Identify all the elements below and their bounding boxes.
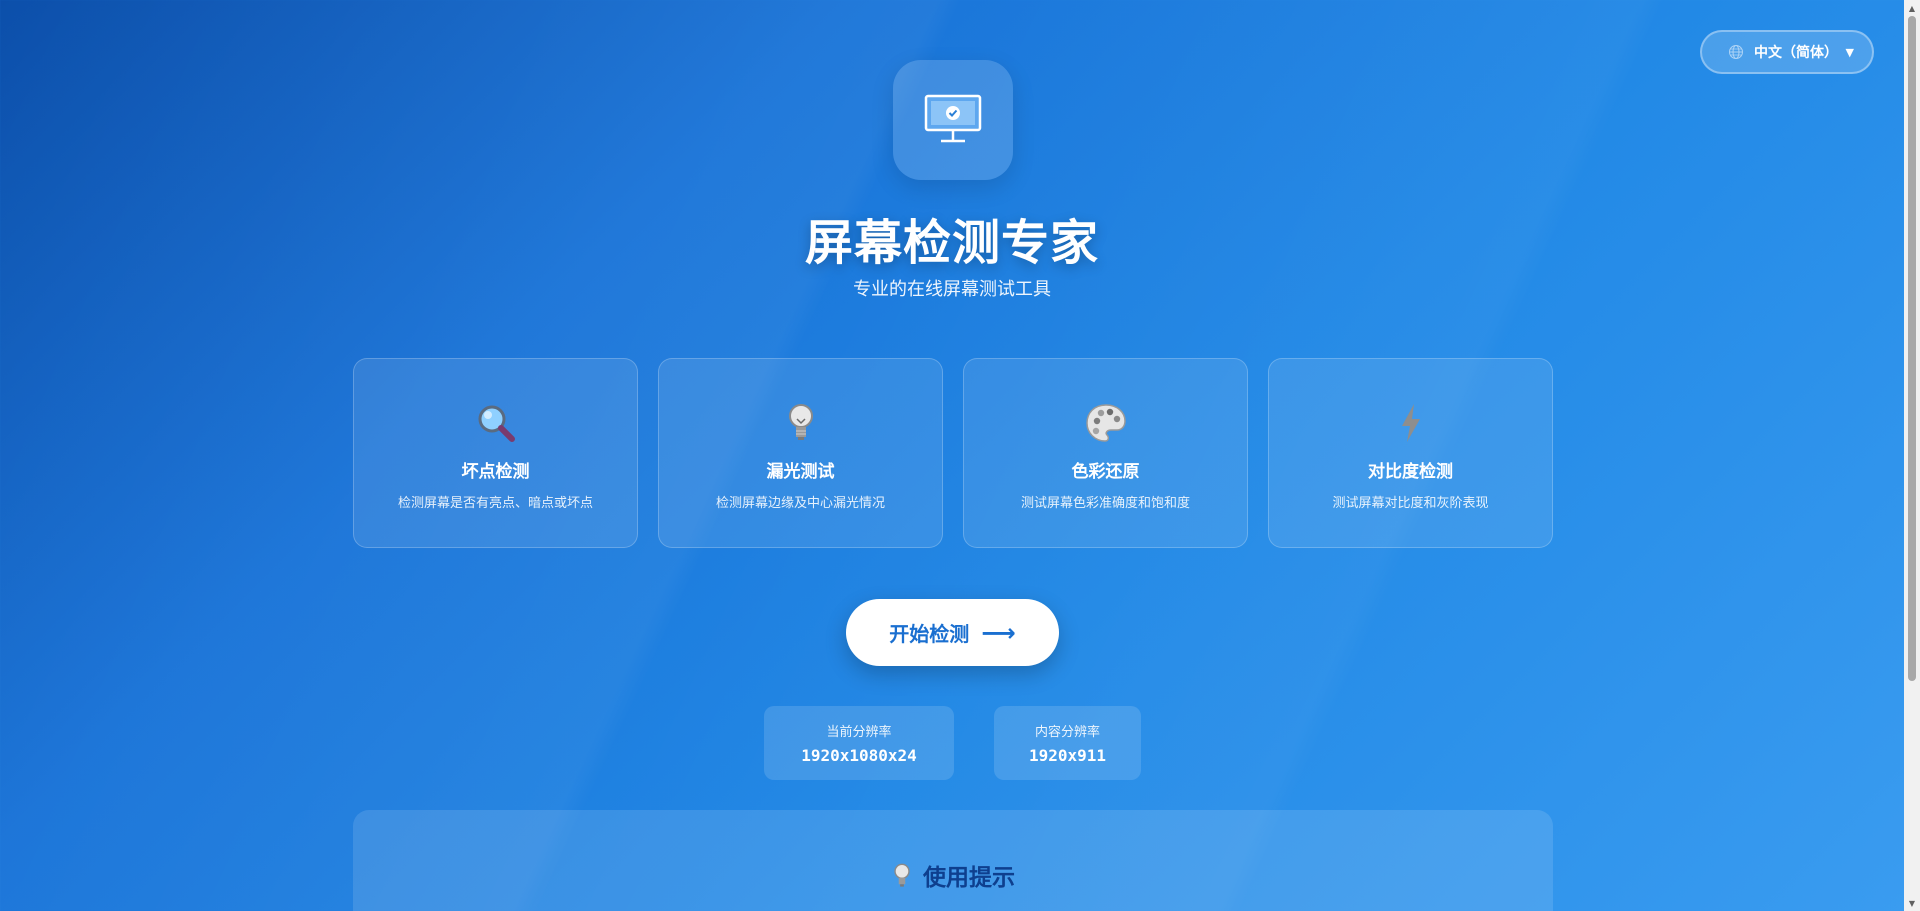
app-logo [893, 60, 1013, 180]
lightbulb-icon [894, 863, 910, 887]
arrow-right-icon: ⟶ [981, 618, 1016, 647]
page-title: 屏幕检测专家 [804, 215, 1099, 271]
scrollbar-thumb[interactable] [1908, 16, 1916, 681]
language-selector[interactable]: 中文（简体） ▼ [1700, 30, 1874, 74]
start-test-button[interactable]: 开始检测 ⟶ [846, 599, 1059, 666]
current-resolution-box: 当前分辨率 1920x1080x24 [764, 706, 954, 780]
scroll-up-icon[interactable]: ▲ [1904, 0, 1920, 16]
feature-title: 对比度检测 [1368, 462, 1453, 482]
feature-card-contrast[interactable]: 对比度检测 测试屏幕对比度和灰阶表现 [1268, 358, 1553, 548]
globe-icon [1729, 45, 1743, 59]
feature-description: 测试屏幕对比度和灰阶表现 [1332, 496, 1489, 511]
feature-description: 检测屏幕边缘及中心漏光情况 [715, 496, 885, 511]
monitor-check-icon [924, 94, 982, 143]
feature-title: 色彩还原 [1071, 462, 1140, 482]
feature-card-dead-pixel[interactable]: 坏点检测 检测屏幕是否有亮点、暗点或坏点 [353, 358, 638, 548]
feature-title: 坏点检测 [461, 462, 530, 482]
palette-icon [1084, 401, 1128, 445]
tips-title: 使用提示 [923, 865, 1015, 891]
tips-heading: 使用提示 [353, 858, 1553, 892]
current-resolution-label: 当前分辨率 [826, 725, 892, 740]
feature-title: 漏光测试 [766, 462, 835, 482]
lightning-icon [1389, 401, 1433, 445]
content-resolution-value: 1920x911 [1028, 746, 1107, 765]
current-resolution-value: 1920x1080x24 [801, 746, 917, 765]
content-resolution-label: 内容分辨率 [1034, 725, 1100, 740]
content-resolution-box: 内容分辨率 1920x911 [994, 706, 1141, 780]
magnifier-icon [474, 401, 518, 445]
start-button-label: 开始检测 [889, 622, 970, 646]
feature-description: 测试屏幕色彩准确度和饱和度 [1020, 496, 1190, 511]
feature-card-light-leak[interactable]: 漏光测试 检测屏幕边缘及中心漏光情况 [658, 358, 943, 548]
page-scrollbar[interactable]: ▲ ▼ [1904, 0, 1920, 911]
feature-cards: 坏点检测 检测屏幕是否有亮点、暗点或坏点 漏光测试 检测屏幕边缘及中心漏光情况 [353, 358, 1553, 548]
feature-card-color[interactable]: 色彩还原 测试屏幕色彩准确度和饱和度 [963, 358, 1248, 548]
chevron-down-icon: ▼ [1845, 45, 1854, 59]
page-subtitle: 专业的在线屏幕测试工具 [853, 279, 1051, 300]
feature-description: 检测屏幕是否有亮点、暗点或坏点 [397, 496, 593, 511]
scroll-down-icon[interactable]: ▼ [1904, 895, 1920, 911]
lightbulb-icon [779, 401, 823, 445]
language-label: 中文（简体） [1754, 45, 1838, 61]
tips-panel: 使用提示 [353, 810, 1553, 911]
